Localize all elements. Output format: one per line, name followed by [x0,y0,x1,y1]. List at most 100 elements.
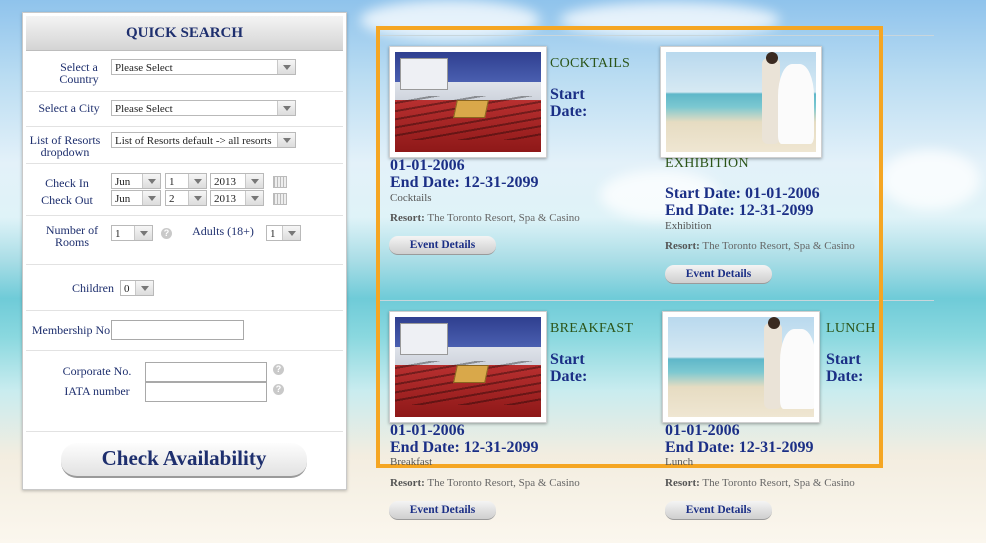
chevron-down-icon [245,191,263,205]
event-title: COCKTAILS [550,56,631,71]
resort-name: The Toronto Resort, Spa & Casino [702,477,855,489]
conference-room-photo [395,52,541,152]
chevron-down-icon [245,174,263,188]
rooms-select-value: 1 [115,228,121,240]
event-category: Lunch [665,456,694,468]
divider [26,264,343,265]
adults-select[interactable]: 1 [266,225,301,241]
end-date: End Date: 12-31-2099 [390,439,539,456]
help-icon[interactable]: ? [161,228,172,239]
event-resort: Resort: The Toronto Resort, Spa & Casino [390,212,580,224]
event-title: LUNCH [826,321,876,336]
event-title: EXHIBITION [665,156,749,171]
check-in-month-value: Jun [115,176,131,188]
check-out-label: Check Out [41,193,93,207]
divider [26,91,343,92]
check-in-month-select[interactable]: Jun [111,173,161,189]
start-date-value: 01-01-2006 [390,157,465,174]
iata-label: IATA number [64,384,130,398]
event-title: BREAKFAST [550,321,634,336]
beach-wedding-photo [668,317,814,417]
event-resort: Resort: The Toronto Resort, Spa & Casino [665,477,855,489]
chevron-down-icon [277,101,295,115]
calendar-icon[interactable] [273,193,287,205]
chevron-down-icon [277,133,295,147]
resorts-select[interactable]: List of Resorts default -> all resorts [111,132,296,148]
resort-label: Resort: [665,477,700,489]
event-details-button[interactable]: Event Details [389,236,496,255]
country-select-value: Please Select [115,62,173,74]
check-in-year-value: 2013 [214,176,236,188]
children-select-value: 0 [124,283,130,295]
help-icon[interactable]: ? [273,364,284,375]
calendar-icon[interactable] [273,176,287,188]
help-icon[interactable]: ? [273,384,284,395]
resort-label: Resort: [390,212,425,224]
start-date-value: 01-01-2006 [390,422,465,439]
adults-select-value: 1 [270,228,276,240]
corporate-label: Corporate No. [62,364,132,378]
event-resort: Resort: The Toronto Resort, Spa & Casino [665,240,855,252]
check-out-year-value: 2013 [214,193,236,205]
event-category: Exhibition [665,220,712,232]
check-out-day-value: 2 [169,193,175,205]
quick-search-title: QUICK SEARCH [26,16,343,51]
chevron-down-icon [188,174,206,188]
chevron-down-icon [134,226,152,240]
event-image-frame[interactable] [662,311,820,423]
country-select[interactable]: Please Select [111,59,296,75]
divider [26,431,343,432]
resorts-label: List of Resorts dropdown [29,133,101,159]
chevron-down-icon [282,226,300,240]
start-date-label: Start Date: [550,86,588,120]
start-date-value: 01-01-2006 [665,422,740,439]
check-in-day-value: 1 [169,176,175,188]
check-in-day-select[interactable]: 1 [165,173,207,189]
rooms-label: Number of Rooms [45,223,99,249]
check-in-year-select[interactable]: 2013 [210,173,264,189]
event-image-frame[interactable] [660,46,822,158]
resort-name: The Toronto Resort, Spa & Casino [427,212,580,224]
city-label: Select a City [38,101,100,115]
city-select-value: Please Select [115,103,173,115]
check-availability-button[interactable]: Check Availability [61,443,307,478]
divider [26,350,343,351]
chevron-down-icon [277,60,295,74]
resorts-select-value: List of Resorts default -> all resorts [115,135,272,147]
rooms-select[interactable]: 1 [111,225,153,241]
event-details-button[interactable]: Event Details [665,265,772,284]
event-details-button[interactable]: Event Details [665,501,772,520]
beach-wedding-photo [666,52,816,152]
chevron-down-icon [135,281,153,295]
iata-input[interactable] [145,382,267,402]
event-image-frame[interactable] [389,46,547,158]
event-resort: Resort: The Toronto Resort, Spa & Casino [390,477,580,489]
resort-label: Resort: [390,477,425,489]
start-date-label: Start Date: [550,351,588,385]
check-in-label: Check In [45,176,89,190]
resort-label: Resort: [665,240,700,252]
event-category: Cocktails [390,192,432,204]
check-out-month-select[interactable]: Jun [111,190,161,206]
divider [26,310,343,311]
check-out-day-select[interactable]: 2 [165,190,207,206]
event-category: Breakfast [390,456,433,468]
resort-name: The Toronto Resort, Spa & Casino [702,240,855,252]
corporate-input[interactable] [145,362,267,382]
divider [26,163,343,164]
event-image-frame[interactable] [389,311,547,423]
end-date: End Date: 12-31-2099 [390,174,539,191]
chevron-down-icon [142,191,160,205]
membership-label: Membership No [31,323,111,337]
resort-name: The Toronto Resort, Spa & Casino [427,477,580,489]
children-select[interactable]: 0 [120,280,154,296]
event-details-button[interactable]: Event Details [389,501,496,520]
membership-input[interactable] [111,320,244,340]
chevron-down-icon [142,174,160,188]
country-label: Select a Country [59,60,99,86]
adults-label: Adults (18+) [192,224,254,238]
check-out-year-select[interactable]: 2013 [210,190,264,206]
start-date-label: Start Date: [826,351,864,385]
city-select[interactable]: Please Select [111,100,296,116]
start-date: Start Date: 01-01-2006 [665,185,820,202]
